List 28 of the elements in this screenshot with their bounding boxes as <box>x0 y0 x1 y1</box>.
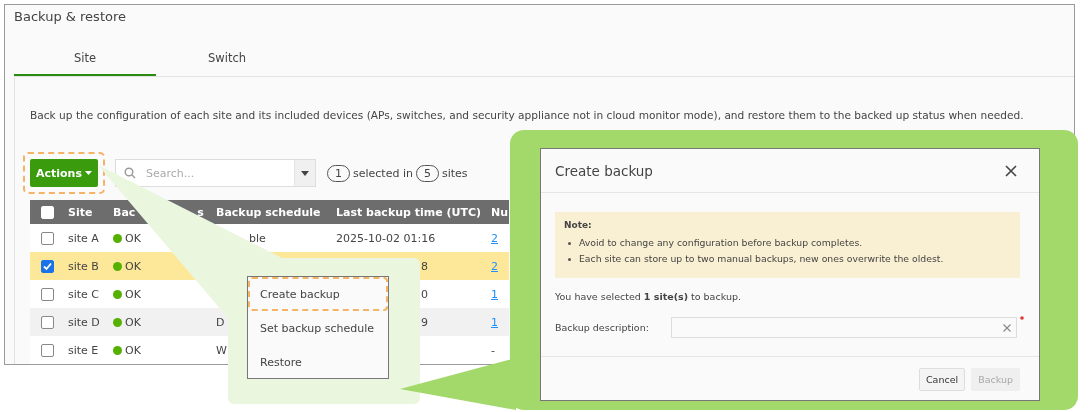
table-cell: site E <box>68 343 99 357</box>
table-cell: D <box>216 315 225 329</box>
field-label: Backup description: <box>555 322 650 333</box>
table-cell: OK <box>125 259 141 273</box>
table-cell: OK <box>125 343 141 357</box>
table-cell: OK <box>125 315 141 329</box>
summary-text: You have selected 1 site(s) to backup. <box>555 291 742 303</box>
table-cell: 0 <box>421 287 428 301</box>
table-cell: ble <box>249 231 266 245</box>
table-cell: W <box>216 343 227 357</box>
dialog-title: Create backup <box>555 162 653 179</box>
page-title: Backup & restore <box>13 8 127 26</box>
table-cell: site D <box>68 315 100 329</box>
table-cell: site A <box>68 231 99 245</box>
note-text: Avoid to change any configuration before backup completes. <box>579 236 863 250</box>
table-cell: 2025-10-02 01:16 <box>336 231 436 245</box>
table-cell: 8 <box>421 259 428 273</box>
table-cell: site B <box>68 259 99 273</box>
note-title: Note: <box>564 219 593 231</box>
count-label: selected in <box>353 166 413 180</box>
table-cell: OK <box>125 231 141 245</box>
count-label: sites <box>441 166 468 180</box>
table-cell: site C <box>68 287 100 301</box>
table-cell: 9 <box>421 315 428 329</box>
table-cell: - <box>491 343 495 357</box>
note-text: Each site can store up to two manual backups, new ones overwrite the oldest. <box>579 252 944 266</box>
table-cell: OK <box>125 287 141 301</box>
description-text: Back up the configuration of each site and its included devices (APs, switches, and security appliance not in cloud monitor mode), and restore them to the backed up status when needed. <box>30 108 1025 123</box>
